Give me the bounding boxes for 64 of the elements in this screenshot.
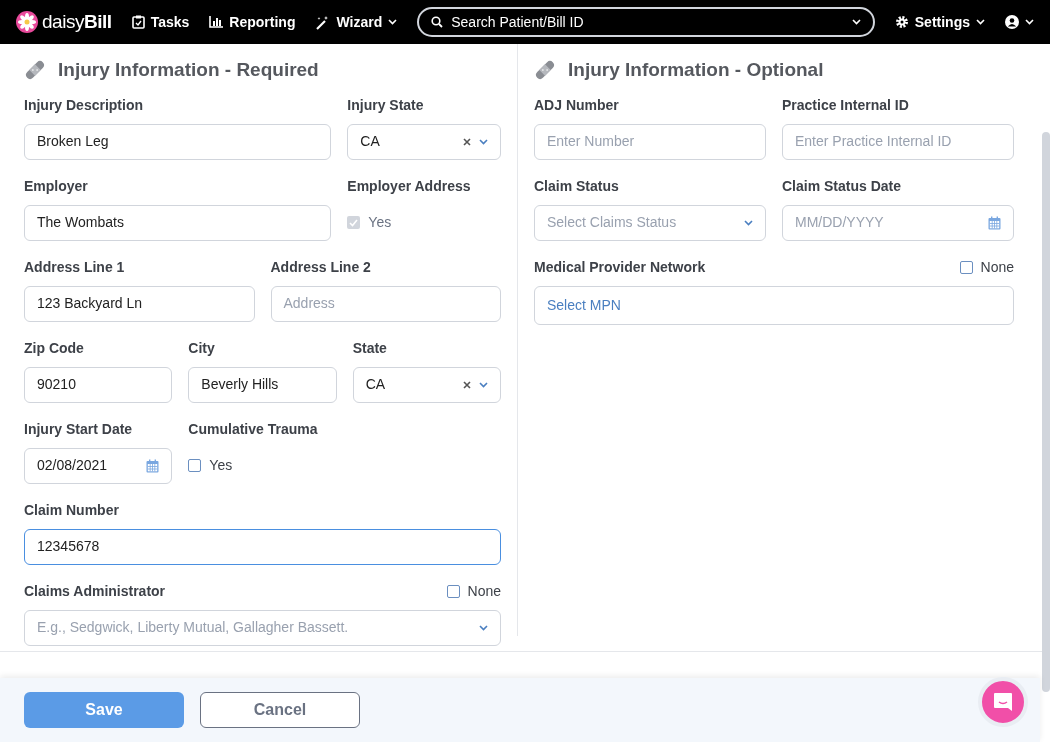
input-field[interactable]: Beverly Hills [188, 366, 337, 403]
scrollbar[interactable] [1042, 132, 1050, 692]
input-field[interactable]: The Wombats [24, 204, 332, 241]
nav-menu[interactable]: Settings [894, 11, 985, 33]
chat-icon [992, 691, 1014, 713]
checkbox-label: None [467, 582, 501, 601]
section-title: Injury Information - Required [58, 58, 319, 82]
daisy-logo-icon [16, 11, 38, 33]
caret-icon [479, 381, 488, 388]
caret-icon [851, 19, 861, 25]
caret-icon [1025, 19, 1034, 25]
input-field[interactable]: Broken Leg [24, 123, 332, 160]
checkbox[interactable] [959, 261, 973, 274]
calendar-icon [988, 215, 1001, 230]
field-label: Claim Status [534, 177, 619, 196]
field-label: Injury Description [24, 96, 144, 115]
caret-icon [479, 138, 488, 145]
user-icon [1005, 15, 1019, 29]
input-field[interactable]: 123 Backyard Ln [24, 285, 255, 322]
input-field[interactable]: 12345678 [24, 528, 501, 565]
calendar-icon [146, 458, 160, 473]
field-label: Claims Administrator [24, 582, 166, 601]
section-title: Injury Information - Optional [568, 58, 824, 82]
field-label: City [188, 339, 215, 358]
checkbox[interactable] [446, 585, 460, 598]
field-label: Address Line 1 [24, 258, 125, 277]
field-label: Cumulative Trauma [188, 420, 318, 439]
date-field[interactable]: 02/08/2021 [24, 447, 173, 484]
bar-chart-icon [209, 16, 224, 28]
search-icon [431, 16, 444, 28]
nav-link[interactable]: Wizard [315, 11, 398, 33]
field-label: Employer [24, 177, 88, 196]
input-field[interactable]: 90210 [24, 366, 173, 403]
clear-icon[interactable] [463, 137, 471, 146]
app-logo: daisyBill [42, 9, 112, 34]
field-label: Medical Provider Network [534, 258, 706, 277]
field-label: Injury Start Date [24, 420, 133, 439]
settings-icon [894, 15, 909, 29]
field-label: Practice Internal ID [782, 96, 909, 115]
field-label: Zip Code [24, 339, 84, 358]
field-label: Injury State [347, 96, 424, 115]
checkbox[interactable] [188, 459, 202, 472]
dropdown[interactable]: CA [347, 123, 501, 160]
account-menu[interactable] [1005, 15, 1034, 29]
nav-link[interactable]: Reporting [209, 11, 296, 33]
caret-icon [479, 624, 488, 631]
field-label: Address Line 2 [270, 258, 371, 277]
nav-link[interactable]: Tasks [131, 11, 190, 33]
caret-icon [744, 219, 753, 226]
field-label: ADJ Number [534, 96, 619, 115]
checkbox-label: Yes [368, 213, 392, 232]
checkbox-label: None [980, 258, 1014, 277]
checkbox-label: Yes [209, 456, 233, 475]
select-mpn-button[interactable]: Select MPN [534, 285, 1014, 325]
clipboard-icon [131, 15, 145, 29]
cancel-button[interactable]: Cancel [200, 692, 360, 728]
field-label: Employer Address [347, 177, 471, 196]
field-label: Claim Number [24, 501, 119, 520]
clear-icon[interactable] [463, 380, 471, 389]
dropdown[interactable]: CA [352, 366, 501, 403]
caret-icon [976, 19, 985, 25]
search-field[interactable]: Search Patient/Bill ID [417, 7, 875, 37]
field-label: Claim Status Date [782, 177, 902, 196]
field-label: State [352, 339, 387, 358]
